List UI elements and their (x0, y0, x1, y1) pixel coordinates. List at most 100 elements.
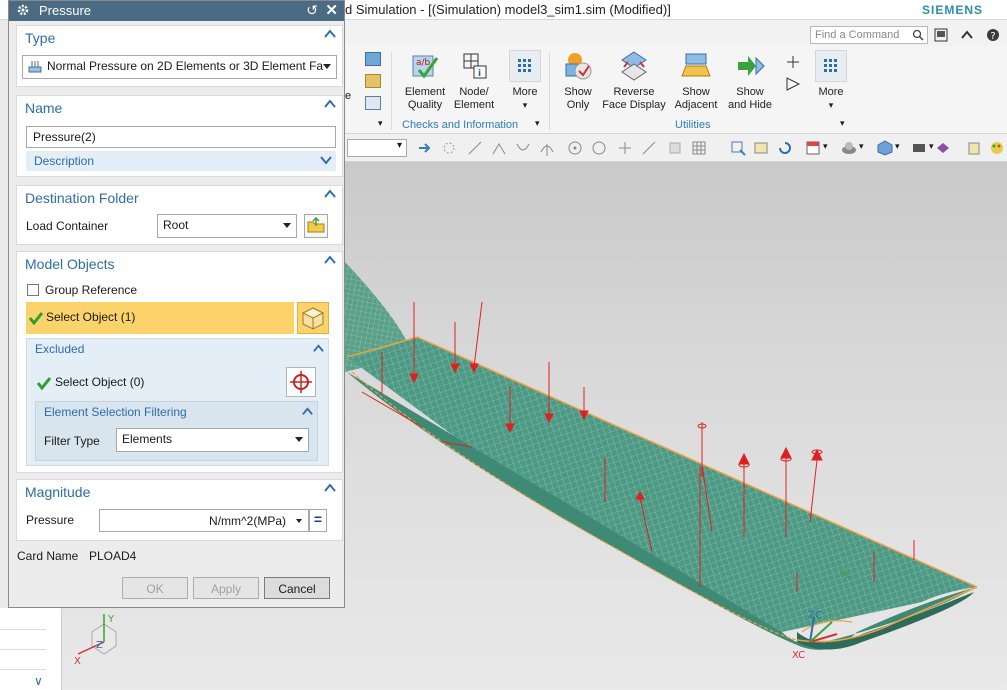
load-container-dropdown[interactable]: Root (157, 214, 297, 238)
show-only-button[interactable]: Show Only (557, 50, 599, 112)
pressure-dialog: Pressure ↺ ✕ Type Normal Pressure on 2D … (8, 0, 345, 608)
model-objects-header[interactable]: Model Objects (17, 252, 342, 276)
pressure-type-icon (28, 61, 42, 73)
node-element-button[interactable]: i Node/ Element (451, 50, 497, 112)
rotate-icon[interactable] (777, 140, 793, 156)
dropdown-arrow-icon[interactable]: ▾ (378, 118, 383, 129)
filtering-header[interactable]: Element Selection Filtering (44, 405, 187, 419)
line-tool-icon[interactable] (467, 140, 483, 156)
group-expand-icon[interactable]: ▾ (535, 118, 540, 129)
partial-tool-icon[interactable] (365, 96, 381, 110)
filter-type-dropdown[interactable]: Elements (116, 428, 309, 452)
window-layout-icon[interactable] (932, 26, 950, 44)
magnitude-section-header[interactable]: Magnitude (17, 480, 342, 504)
type-header-label: Type (25, 30, 56, 46)
chevron-down-icon: ▾ (828, 100, 834, 110)
partial-tool-icon[interactable] (365, 52, 381, 66)
orient-view-icon[interactable] (805, 140, 821, 156)
svg-text:i: i (478, 69, 481, 79)
show-adjacent-button[interactable]: Show Adjacent (671, 50, 721, 112)
search-icon[interactable] (912, 29, 924, 41)
help-icon[interactable]: ? (984, 26, 1002, 44)
chevron-down-icon[interactable]: ▾ (929, 141, 934, 152)
more-utilities-button[interactable]: More ▾ (809, 50, 853, 112)
angle-icon[interactable] (641, 140, 657, 156)
edge-tool-icon[interactable] (491, 140, 507, 156)
cancel-button[interactable]: Cancel (264, 577, 330, 599)
ok-button[interactable]: OK (122, 577, 188, 599)
chevron-up-icon (324, 483, 336, 492)
curve-tool-icon[interactable] (515, 140, 531, 156)
chevron-up-icon[interactable] (313, 343, 324, 354)
chevron-up-icon[interactable] (302, 406, 313, 417)
pressure-unit[interactable]: N/mm^2(MPa) (209, 514, 286, 528)
reset-icon[interactable]: ↺ (306, 2, 318, 19)
destination-header-label: Destination Folder (25, 190, 139, 206)
reverse-face-icon (618, 50, 650, 82)
snap-icon[interactable] (441, 140, 457, 156)
chevron-up-icon (324, 255, 336, 264)
chevron-down-icon[interactable]: ∨ (34, 674, 43, 688)
face-icon[interactable] (667, 140, 683, 156)
command-search-placeholder: Find a Command (815, 29, 900, 41)
description-label: Description (34, 154, 95, 168)
excluded-header[interactable]: Excluded (35, 342, 84, 356)
formula-icon[interactable]: = (309, 509, 327, 532)
zoom-icon[interactable] (730, 140, 746, 156)
pressure-type-dropdown[interactable]: Normal Pressure on 2D Elements or 3D Ele… (22, 55, 337, 79)
render-style-icon[interactable] (841, 140, 857, 156)
quadrant-icon[interactable] (591, 140, 607, 156)
group-reference-checkbox[interactable] (27, 284, 39, 296)
unit-dropdown-arrow-icon[interactable] (296, 519, 302, 523)
small-tool-icon[interactable] (785, 76, 801, 92)
dialog-title: Pressure (39, 3, 92, 18)
name-header-label: Name (25, 100, 63, 116)
display-icon[interactable] (911, 140, 927, 156)
fit-icon[interactable] (753, 140, 769, 156)
card-name-value: PLOAD4 (89, 549, 137, 563)
apply-button[interactable]: Apply (193, 577, 259, 599)
select-object-button[interactable] (297, 302, 329, 334)
grid-icon[interactable] (691, 140, 707, 156)
show-adjacent-label1: Show (682, 86, 710, 98)
intersection-icon[interactable] (539, 140, 555, 156)
palette-icon[interactable] (989, 140, 1005, 156)
type-section-header[interactable]: Type (17, 26, 342, 50)
description-expander[interactable]: Description (26, 151, 336, 171)
arrow-right-icon[interactable] (417, 140, 433, 156)
folder-button[interactable] (304, 214, 328, 238)
selection-filter-dropdown[interactable]: ▾ (347, 139, 407, 157)
pressure-type-value: Normal Pressure on 2D Elements or 3D Ele… (47, 59, 324, 73)
select-object-label: Select Object (1) (46, 310, 136, 324)
center-point-icon[interactable] (567, 140, 583, 156)
collapse-ribbon-icon[interactable] (958, 26, 976, 44)
reverse-face-display-button[interactable]: Reverse Face Display (601, 50, 667, 112)
point-icon[interactable] (617, 140, 633, 156)
partial-tool-icon[interactable] (365, 74, 381, 88)
cube-view-icon[interactable] (877, 140, 893, 156)
chevron-down-icon[interactable]: ▾ (823, 141, 828, 152)
visibility-icon[interactable] (935, 140, 951, 156)
group-expand-icon[interactable]: ▾ (840, 118, 845, 129)
chevron-down-icon[interactable]: ▾ (859, 141, 864, 152)
name-section-header[interactable]: Name (17, 96, 342, 120)
destination-section-header[interactable]: Destination Folder (17, 186, 342, 210)
close-icon[interactable]: ✕ (325, 1, 338, 19)
element-quality-button[interactable]: a/b Element Quality (401, 50, 449, 112)
more-checks-button[interactable]: More ▾ (505, 50, 545, 112)
select-object-row[interactable]: Select Object (1) (26, 302, 294, 334)
excluded-group: Excluded Select Object (0) Element Selec… (26, 338, 329, 466)
crosshair-select-button[interactable] (286, 367, 316, 397)
chevron-down-icon[interactable]: ▾ (895, 141, 900, 152)
excluded-select-object-label[interactable]: Select Object (0) (55, 375, 144, 389)
name-input[interactable]: Pressure(2) (26, 126, 336, 148)
show-and-hide-label2: and Hide (727, 99, 773, 111)
small-tool-icon[interactable] (785, 54, 801, 70)
triad-z-label: Z (96, 640, 103, 651)
pressure-value-input[interactable]: N/mm^2(MPa) (99, 509, 309, 532)
window-title: d Simulation - [(Simulation) model3_sim1… (345, 2, 671, 17)
group-reference-label: Group Reference (45, 283, 138, 297)
command-search-input[interactable]: Find a Command (810, 26, 928, 44)
edit-icon[interactable] (967, 140, 983, 156)
show-and-hide-button[interactable]: Show and Hide (725, 50, 775, 112)
